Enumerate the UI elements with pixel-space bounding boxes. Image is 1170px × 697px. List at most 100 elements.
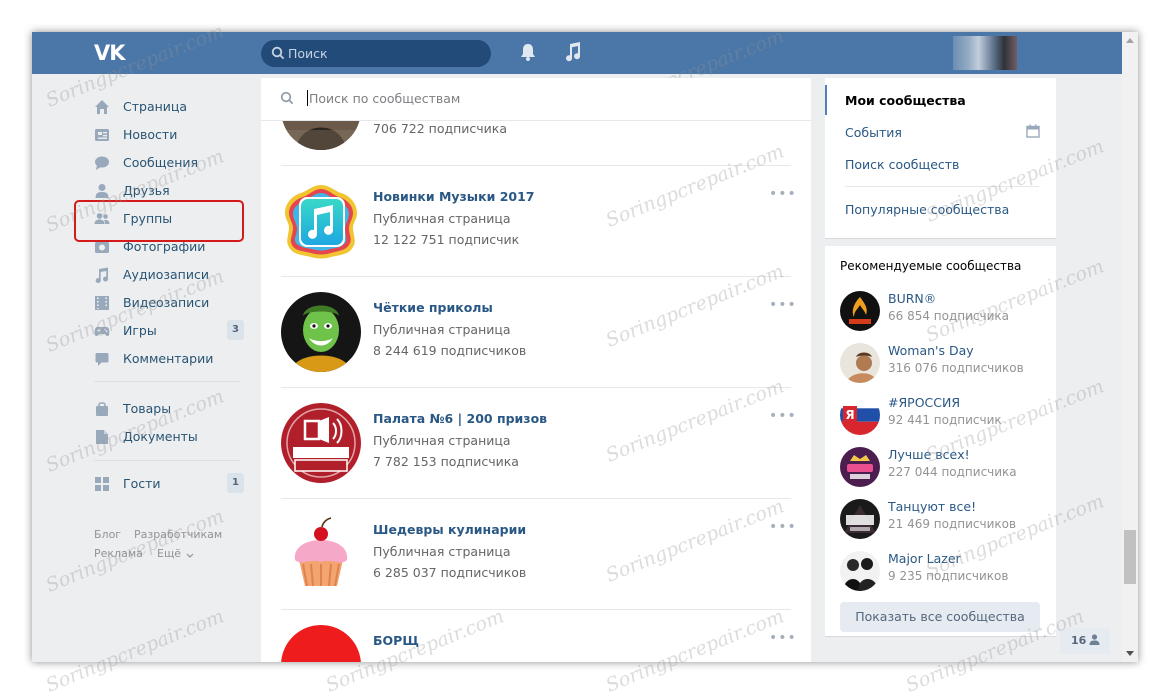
sidebar-item-news[interactable]: Новости	[94, 122, 244, 148]
scrollbar-thumb[interactable]	[1124, 530, 1136, 584]
community-name-link[interactable]: БОРЩ	[373, 633, 419, 648]
more-actions-icon[interactable]: •••	[769, 297, 797, 313]
vk-logo[interactable]: VK	[94, 41, 126, 65]
communities-search-bar[interactable]: Поиск по сообществам	[261, 78, 811, 121]
menu-divider	[845, 186, 1039, 187]
community-avatar[interactable]	[281, 514, 361, 594]
chevron-down-icon	[186, 553, 194, 558]
recommended-item[interactable]: Лучше всех! 227 044 подписчика	[840, 447, 1050, 493]
messages-icon	[95, 156, 109, 170]
communities-list-panel: Поиск по сообществам Публичная страница …	[261, 78, 811, 662]
friends-icon	[95, 184, 109, 198]
menu-item-events[interactable]: События	[845, 125, 902, 140]
recommended-avatar[interactable]	[840, 291, 880, 331]
sidebar-item-comments[interactable]: Комментарии	[94, 346, 244, 372]
documents-icon	[96, 430, 108, 444]
community-name-link[interactable]: Чёткие приколы	[373, 300, 493, 315]
search-icon	[280, 91, 294, 105]
music-icon	[95, 267, 109, 283]
sidebar-item-goods[interactable]: Товары	[94, 396, 244, 422]
recommended-item[interactable]: BURN® 66 854 подписчика	[840, 291, 1050, 337]
scroll-down-arrow-icon[interactable]	[1126, 651, 1134, 656]
page-scrollbar[interactable]	[1122, 32, 1138, 662]
footer-link-more[interactable]: Ещё	[157, 547, 181, 560]
recommended-subscribers: 9 235 подписчиков	[888, 569, 1009, 583]
communities-search-input[interactable]: Поиск по сообществам	[309, 91, 460, 106]
community-subscribers: 706 722 подписчика	[373, 121, 508, 136]
recommended-avatar[interactable]	[840, 499, 880, 539]
menu-item-popular-communities[interactable]: Популярные сообщества	[845, 202, 1009, 217]
community-type: Публичная страница	[373, 211, 511, 226]
recommended-subscribers: 92 441 подписчик	[888, 413, 1002, 427]
notifications-bell-icon[interactable]	[519, 42, 537, 62]
community-avatar[interactable]	[281, 403, 361, 483]
video-icon	[95, 296, 109, 310]
user-avatar-blurred[interactable]	[953, 36, 1017, 70]
apps-grid-icon	[95, 477, 109, 491]
more-actions-icon[interactable]: •••	[769, 408, 797, 424]
recommended-name-link[interactable]: Танцуют все!	[888, 499, 976, 514]
community-name-link[interactable]: Шедевры кулинарии	[373, 522, 526, 537]
community-row[interactable]: Чёткие приколы Публичная страница 8 244 …	[281, 277, 796, 388]
scroll-up-arrow-icon[interactable]	[1126, 38, 1134, 43]
groups-highlight-frame	[74, 200, 244, 242]
communities-menu: Мои сообщества События Поиск сообществ П…	[825, 78, 1056, 238]
sidebar-item-label: Страница	[123, 99, 188, 114]
guests-count-badge: 1	[227, 473, 244, 493]
recommended-subscribers: 66 854 подписчика	[888, 309, 1010, 323]
sidebar-item-label: Видеозаписи	[123, 295, 210, 310]
community-row[interactable]: Палата №6 | 200 призов Публичная страниц…	[281, 388, 796, 499]
recommended-item[interactable]: Я #ЯРОССИЯ 92 441 подписчик	[840, 395, 1050, 441]
recommended-item[interactable]: Танцуют все! 21 469 подписчиков	[840, 499, 1050, 545]
footer-link-ads[interactable]: Реклама	[94, 547, 143, 560]
sidebar-item-messages[interactable]: Сообщения	[94, 150, 244, 176]
sidebar-item-audio[interactable]: Аудиозаписи	[94, 262, 244, 288]
recommended-name-link[interactable]: Лучше всех!	[888, 447, 970, 462]
menu-item-search-communities[interactable]: Поиск сообществ	[845, 157, 959, 172]
footer-link-blog[interactable]: Блог	[94, 528, 121, 541]
show-all-communities-button[interactable]: Показать все сообщества	[840, 602, 1040, 632]
community-avatar[interactable]	[281, 292, 361, 372]
sidebar-item-label: Сообщения	[123, 155, 199, 170]
sidebar-item-documents[interactable]: Документы	[94, 424, 244, 450]
more-actions-icon[interactable]: •••	[769, 186, 797, 202]
sidebar-item-games[interactable]: Игры 3	[94, 318, 244, 344]
global-search-box[interactable]: Поиск	[261, 40, 491, 67]
news-icon	[95, 129, 109, 141]
recommended-name-link[interactable]: #ЯРОССИЯ	[888, 395, 960, 410]
sidebar-item-video[interactable]: Видеозаписи	[94, 290, 244, 316]
recommended-name-link[interactable]: BURN®	[888, 291, 936, 306]
community-avatar[interactable]	[281, 625, 361, 662]
sidebar-item-guests[interactable]: Гости 1	[94, 471, 244, 497]
calendar-icon[interactable]	[1026, 124, 1040, 138]
user-icon	[1089, 634, 1100, 645]
recommended-avatar[interactable]: Я	[840, 395, 880, 435]
more-actions-icon[interactable]: •••	[769, 630, 797, 646]
community-name-link[interactable]: Новинки Музыки 2017	[373, 189, 535, 204]
recommended-name-link[interactable]: Major Lazer	[888, 551, 961, 566]
sidebar-item-label: Аудиозаписи	[123, 267, 209, 282]
community-row[interactable]: Новинки Музыки 2017 Публичная страница 1…	[281, 166, 796, 277]
recommended-item[interactable]: Major Lazer 9 235 подписчиков	[840, 551, 1050, 597]
community-avatar[interactable]	[281, 181, 361, 261]
sidebar-item-label: Игры	[123, 323, 157, 338]
community-row[interactable]: Шедевры кулинарии Публичная страница 6 2…	[281, 499, 796, 610]
recommended-avatar[interactable]	[840, 447, 880, 487]
music-player-icon[interactable]	[564, 41, 582, 63]
sidebar-item-page[interactable]: Страница	[94, 94, 244, 120]
recommended-title: Рекомендуемые сообщества	[840, 259, 1022, 273]
more-actions-icon[interactable]: •••	[769, 519, 797, 535]
recommended-avatar[interactable]	[840, 551, 880, 591]
footer-link-developers[interactable]: Разработчикам	[134, 528, 222, 541]
recommended-avatar[interactable]	[840, 343, 880, 383]
community-row[interactable]: БОРЩ •••	[281, 610, 796, 662]
community-name-link[interactable]: Палата №6 | 200 призов	[373, 411, 547, 426]
community-type: Публичная страница	[373, 433, 511, 448]
recommended-name-link[interactable]: Woman's Day	[888, 343, 974, 358]
recommended-subscribers: 316 076 подписчиков	[888, 361, 1024, 375]
sidebar-divider	[94, 381, 240, 382]
online-friends-tab[interactable]: 16	[1060, 628, 1110, 654]
recommended-item[interactable]: Woman's Day 316 076 подписчиков	[840, 343, 1050, 389]
menu-item-my-communities[interactable]: Мои сообщества	[845, 93, 966, 108]
global-search-placeholder: Поиск	[288, 46, 328, 61]
